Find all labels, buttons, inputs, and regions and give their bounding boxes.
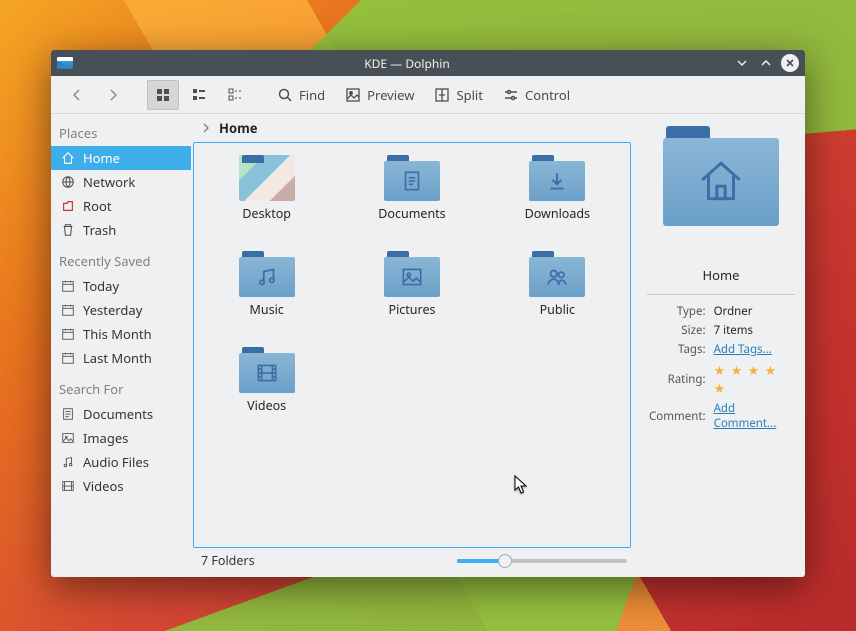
sidebar-item-yesterday[interactable]: Yesterday bbox=[51, 298, 191, 322]
file-label: Desktop bbox=[242, 205, 291, 222]
sidebar-item-label: Trash bbox=[83, 221, 116, 239]
control-button[interactable]: Control bbox=[495, 80, 578, 110]
folder-icon bbox=[384, 155, 440, 201]
info-folder-icon bbox=[663, 126, 779, 226]
info-type-label: Type: bbox=[649, 303, 712, 320]
sidebar-item-label: Root bbox=[83, 197, 112, 215]
info-name: Home bbox=[703, 266, 740, 284]
file-label: Downloads bbox=[525, 205, 590, 222]
sidebar-item-this-month[interactable]: This Month bbox=[51, 322, 191, 346]
preview-label: Preview bbox=[367, 86, 414, 104]
folder-icon bbox=[529, 155, 585, 201]
folder-icon bbox=[384, 251, 440, 297]
sidebar-item-label: Network bbox=[83, 173, 135, 191]
info-panel: Home Type:Ordner Size:7 items Tags:Add T… bbox=[637, 114, 805, 577]
breadcrumb-current: Home bbox=[219, 119, 258, 137]
find-label: Find bbox=[299, 86, 325, 104]
file-label: Pictures bbox=[389, 301, 436, 318]
recent-header: Recently Saved bbox=[51, 248, 191, 274]
sidebar-item-label: Videos bbox=[83, 477, 124, 495]
add-comment-link[interactable]: Add Comment... bbox=[714, 401, 777, 431]
split-button[interactable]: Split bbox=[426, 80, 491, 110]
chevron-right-icon bbox=[201, 123, 211, 133]
search-header: Search For bbox=[51, 376, 191, 402]
control-label: Control bbox=[525, 86, 570, 104]
sidebar-item-root[interactable]: Root bbox=[51, 194, 191, 218]
folder-videos[interactable]: Videos bbox=[194, 347, 339, 443]
sidebar-item-images[interactable]: Images bbox=[51, 426, 191, 450]
add-tags-link[interactable]: Add Tags... bbox=[714, 342, 772, 357]
folder-public[interactable]: Public bbox=[485, 251, 630, 347]
sidebar-item-label: Today bbox=[83, 277, 119, 295]
preview-button[interactable]: Preview bbox=[337, 80, 422, 110]
forward-button[interactable] bbox=[97, 80, 129, 110]
maximize-button[interactable] bbox=[757, 54, 775, 72]
info-size-label: Size: bbox=[649, 322, 712, 339]
sidebar-item-label: Home bbox=[83, 149, 120, 167]
folder-documents[interactable]: Documents bbox=[339, 155, 484, 251]
folder-icon bbox=[239, 251, 295, 297]
details-view-button[interactable] bbox=[219, 80, 251, 110]
compact-view-button[interactable] bbox=[183, 80, 215, 110]
minimize-button[interactable] bbox=[733, 54, 751, 72]
dolphin-window: KDE — Dolphin Find Preview Split Control… bbox=[51, 50, 805, 577]
sidebar-item-documents[interactable]: Documents bbox=[51, 402, 191, 426]
info-size-value: 7 items bbox=[714, 322, 793, 339]
info-comment-label: Comment: bbox=[649, 400, 712, 432]
sidebar-item-label: Last Month bbox=[83, 349, 152, 367]
titlebar[interactable]: KDE — Dolphin bbox=[51, 50, 805, 76]
sidebar-item-label: Documents bbox=[83, 405, 153, 423]
icon-view-button[interactable] bbox=[147, 80, 179, 110]
sidebar: Places Home Network Root Trash Recently … bbox=[51, 114, 191, 577]
app-icon bbox=[57, 57, 73, 69]
split-label: Split bbox=[456, 86, 483, 104]
folder-icon bbox=[239, 347, 295, 393]
zoom-slider[interactable] bbox=[457, 559, 627, 563]
back-button[interactable] bbox=[61, 80, 93, 110]
window-title: KDE — Dolphin bbox=[81, 55, 733, 72]
sidebar-item-videos[interactable]: Videos bbox=[51, 474, 191, 498]
places-header: Places bbox=[51, 120, 191, 146]
sidebar-item-trash[interactable]: Trash bbox=[51, 218, 191, 242]
sidebar-item-audio[interactable]: Audio Files bbox=[51, 450, 191, 474]
desktop-icon bbox=[239, 155, 295, 201]
sidebar-item-last-month[interactable]: Last Month bbox=[51, 346, 191, 370]
info-rating-label: Rating: bbox=[649, 360, 712, 398]
info-type-value: Ordner bbox=[714, 303, 793, 320]
rating-stars[interactable]: ★ ★ ★ ★ ★ bbox=[714, 361, 778, 397]
file-grid[interactable]: Desktop Documents Downloads Music Pictur… bbox=[193, 142, 631, 548]
sidebar-item-label: Yesterday bbox=[83, 301, 142, 319]
folder-icon bbox=[529, 251, 585, 297]
find-button[interactable]: Find bbox=[269, 80, 333, 110]
folder-desktop[interactable]: Desktop bbox=[194, 155, 339, 251]
folder-music[interactable]: Music bbox=[194, 251, 339, 347]
sidebar-item-today[interactable]: Today bbox=[51, 274, 191, 298]
status-text: 7 Folders bbox=[201, 552, 255, 569]
file-label: Public bbox=[540, 301, 575, 318]
file-label: Videos bbox=[247, 397, 286, 414]
close-button[interactable] bbox=[781, 54, 799, 72]
statusbar: 7 Folders bbox=[191, 548, 637, 577]
sidebar-item-label: This Month bbox=[83, 325, 152, 343]
sidebar-item-home[interactable]: Home bbox=[51, 146, 191, 170]
folder-downloads[interactable]: Downloads bbox=[485, 155, 630, 251]
sidebar-item-label: Images bbox=[83, 429, 128, 447]
info-tags-label: Tags: bbox=[649, 341, 712, 358]
breadcrumb[interactable]: Home bbox=[191, 116, 637, 140]
sidebar-item-network[interactable]: Network bbox=[51, 170, 191, 194]
file-label: Documents bbox=[378, 205, 445, 222]
file-label: Music bbox=[250, 301, 284, 318]
sidebar-item-label: Audio Files bbox=[83, 453, 149, 471]
folder-pictures[interactable]: Pictures bbox=[339, 251, 484, 347]
toolbar: Find Preview Split Control bbox=[51, 76, 805, 114]
